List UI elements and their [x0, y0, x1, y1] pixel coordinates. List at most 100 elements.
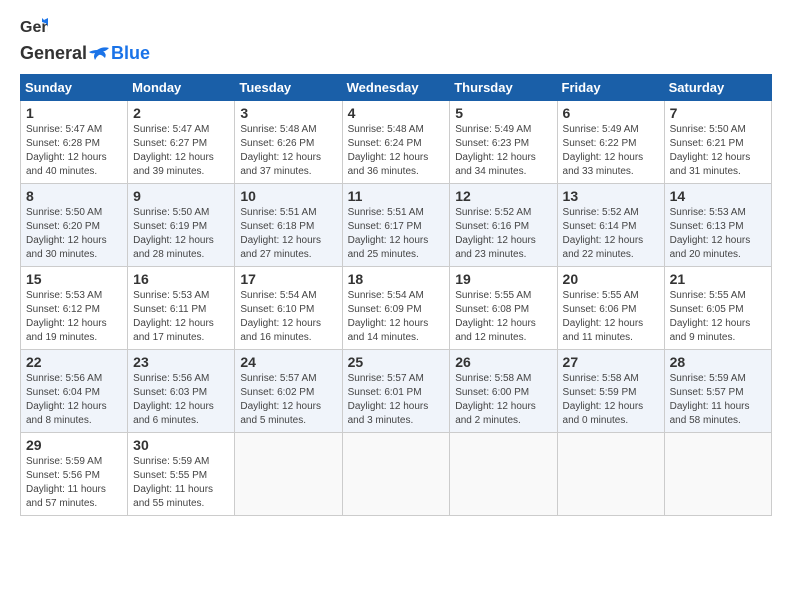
header-area: General General Blue [20, 16, 772, 64]
day-number: 24 [240, 354, 336, 370]
daylight-label: Daylight: 12 hours and 2 minutes. [455, 401, 536, 426]
sunrise-label: Sunrise: 5:52 AM [563, 207, 639, 218]
logo: General General Blue [20, 16, 150, 64]
day-cell-24: 24 Sunrise: 5:57 AM Sunset: 6:02 PM Dayl… [235, 350, 342, 433]
sunrise-label: Sunrise: 5:55 AM [455, 290, 531, 301]
sunset-label: Sunset: 6:09 PM [348, 304, 422, 315]
day-number: 16 [133, 271, 229, 287]
calendar-week-2: 8 Sunrise: 5:50 AM Sunset: 6:20 PM Dayli… [21, 184, 772, 267]
sunset-label: Sunset: 6:04 PM [26, 387, 100, 398]
day-cell-15: 15 Sunrise: 5:53 AM Sunset: 6:12 PM Dayl… [21, 267, 128, 350]
daylight-label: Daylight: 12 hours and 23 minutes. [455, 235, 536, 260]
daylight-label: Daylight: 12 hours and 22 minutes. [563, 235, 644, 260]
day-info: Sunrise: 5:55 AM Sunset: 6:06 PM Dayligh… [563, 289, 659, 345]
day-info: Sunrise: 5:59 AM Sunset: 5:57 PM Dayligh… [670, 372, 766, 428]
sunrise-label: Sunrise: 5:59 AM [670, 373, 746, 384]
day-number: 11 [348, 188, 445, 204]
day-info: Sunrise: 5:53 AM Sunset: 6:11 PM Dayligh… [133, 289, 229, 345]
day-info: Sunrise: 5:56 AM Sunset: 6:03 PM Dayligh… [133, 372, 229, 428]
day-info: Sunrise: 5:59 AM Sunset: 5:56 PM Dayligh… [26, 455, 122, 511]
sunrise-label: Sunrise: 5:51 AM [348, 207, 424, 218]
daylight-label: Daylight: 12 hours and 9 minutes. [670, 318, 751, 343]
day-cell-1: 1 Sunrise: 5:47 AM Sunset: 6:28 PM Dayli… [21, 101, 128, 184]
day-cell-2: 2 Sunrise: 5:47 AM Sunset: 6:27 PM Dayli… [128, 101, 235, 184]
sunset-label: Sunset: 6:14 PM [563, 221, 637, 232]
daylight-label: Daylight: 12 hours and 0 minutes. [563, 401, 644, 426]
daylight-label: Daylight: 12 hours and 33 minutes. [563, 152, 644, 177]
day-info: Sunrise: 5:50 AM Sunset: 6:19 PM Dayligh… [133, 206, 229, 262]
sunset-label: Sunset: 6:26 PM [240, 138, 314, 149]
day-cell-28: 28 Sunrise: 5:59 AM Sunset: 5:57 PM Dayl… [664, 350, 771, 433]
day-info: Sunrise: 5:51 AM Sunset: 6:17 PM Dayligh… [348, 206, 445, 262]
day-info: Sunrise: 5:50 AM Sunset: 6:21 PM Dayligh… [670, 123, 766, 179]
day-number: 13 [563, 188, 659, 204]
daylight-label: Daylight: 12 hours and 6 minutes. [133, 401, 214, 426]
sunset-label: Sunset: 5:57 PM [670, 387, 744, 398]
sunset-label: Sunset: 6:13 PM [670, 221, 744, 232]
daylight-label: Daylight: 11 hours and 58 minutes. [670, 401, 750, 426]
logo-bird-icon [89, 46, 109, 62]
sunset-label: Sunset: 6:06 PM [563, 304, 637, 315]
sunrise-label: Sunrise: 5:53 AM [133, 290, 209, 301]
day-cell-18: 18 Sunrise: 5:54 AM Sunset: 6:09 PM Dayl… [342, 267, 450, 350]
sunset-label: Sunset: 6:03 PM [133, 387, 207, 398]
day-info: Sunrise: 5:49 AM Sunset: 6:23 PM Dayligh… [455, 123, 551, 179]
daylight-label: Daylight: 12 hours and 28 minutes. [133, 235, 214, 260]
sunrise-label: Sunrise: 5:49 AM [455, 124, 531, 135]
calendar-week-1: 1 Sunrise: 5:47 AM Sunset: 6:28 PM Dayli… [21, 101, 772, 184]
day-cell-21: 21 Sunrise: 5:55 AM Sunset: 6:05 PM Dayl… [664, 267, 771, 350]
daylight-label: Daylight: 12 hours and 34 minutes. [455, 152, 536, 177]
day-number: 17 [240, 271, 336, 287]
daylight-label: Daylight: 12 hours and 40 minutes. [26, 152, 107, 177]
daylight-label: Daylight: 12 hours and 25 minutes. [348, 235, 429, 260]
day-cell-19: 19 Sunrise: 5:55 AM Sunset: 6:08 PM Dayl… [450, 267, 557, 350]
daylight-label: Daylight: 12 hours and 30 minutes. [26, 235, 107, 260]
day-number: 19 [455, 271, 551, 287]
day-cell-11: 11 Sunrise: 5:51 AM Sunset: 6:17 PM Dayl… [342, 184, 450, 267]
sunset-label: Sunset: 6:16 PM [455, 221, 529, 232]
weekday-header-friday: Friday [557, 75, 664, 101]
day-info: Sunrise: 5:55 AM Sunset: 6:05 PM Dayligh… [670, 289, 766, 345]
day-info: Sunrise: 5:58 AM Sunset: 5:59 PM Dayligh… [563, 372, 659, 428]
day-info: Sunrise: 5:57 AM Sunset: 6:02 PM Dayligh… [240, 372, 336, 428]
day-number: 22 [26, 354, 122, 370]
day-info: Sunrise: 5:53 AM Sunset: 6:12 PM Dayligh… [26, 289, 122, 345]
day-number: 1 [26, 105, 122, 121]
sunset-label: Sunset: 6:01 PM [348, 387, 422, 398]
day-cell-7: 7 Sunrise: 5:50 AM Sunset: 6:21 PM Dayli… [664, 101, 771, 184]
weekday-header-tuesday: Tuesday [235, 75, 342, 101]
day-number: 2 [133, 105, 229, 121]
sunset-label: Sunset: 6:24 PM [348, 138, 422, 149]
sunrise-label: Sunrise: 5:58 AM [563, 373, 639, 384]
day-cell-26: 26 Sunrise: 5:58 AM Sunset: 6:00 PM Dayl… [450, 350, 557, 433]
sunrise-label: Sunrise: 5:52 AM [455, 207, 531, 218]
sunrise-label: Sunrise: 5:51 AM [240, 207, 316, 218]
day-info: Sunrise: 5:50 AM Sunset: 6:20 PM Dayligh… [26, 206, 122, 262]
sunrise-label: Sunrise: 5:53 AM [26, 290, 102, 301]
empty-cell [450, 433, 557, 516]
day-info: Sunrise: 5:48 AM Sunset: 6:26 PM Dayligh… [240, 123, 336, 179]
day-number: 7 [670, 105, 766, 121]
day-info: Sunrise: 5:58 AM Sunset: 6:00 PM Dayligh… [455, 372, 551, 428]
day-number: 8 [26, 188, 122, 204]
empty-cell [664, 433, 771, 516]
daylight-label: Daylight: 12 hours and 39 minutes. [133, 152, 214, 177]
daylight-label: Daylight: 12 hours and 19 minutes. [26, 318, 107, 343]
empty-cell [235, 433, 342, 516]
weekday-header-saturday: Saturday [664, 75, 771, 101]
sunset-label: Sunset: 6:19 PM [133, 221, 207, 232]
day-info: Sunrise: 5:54 AM Sunset: 6:09 PM Dayligh… [348, 289, 445, 345]
sunrise-label: Sunrise: 5:56 AM [133, 373, 209, 384]
sunset-label: Sunset: 6:20 PM [26, 221, 100, 232]
day-cell-12: 12 Sunrise: 5:52 AM Sunset: 6:16 PM Dayl… [450, 184, 557, 267]
day-number: 20 [563, 271, 659, 287]
sunset-label: Sunset: 6:05 PM [670, 304, 744, 315]
sunrise-label: Sunrise: 5:47 AM [133, 124, 209, 135]
calendar-week-4: 22 Sunrise: 5:56 AM Sunset: 6:04 PM Dayl… [21, 350, 772, 433]
day-number: 6 [563, 105, 659, 121]
logo-icon: General [20, 16, 48, 43]
sunrise-label: Sunrise: 5:53 AM [670, 207, 746, 218]
calendar-week-5: 29 Sunrise: 5:59 AM Sunset: 5:56 PM Dayl… [21, 433, 772, 516]
day-cell-14: 14 Sunrise: 5:53 AM Sunset: 6:13 PM Dayl… [664, 184, 771, 267]
page-container: General General Blue SundayMondayT [0, 0, 792, 526]
